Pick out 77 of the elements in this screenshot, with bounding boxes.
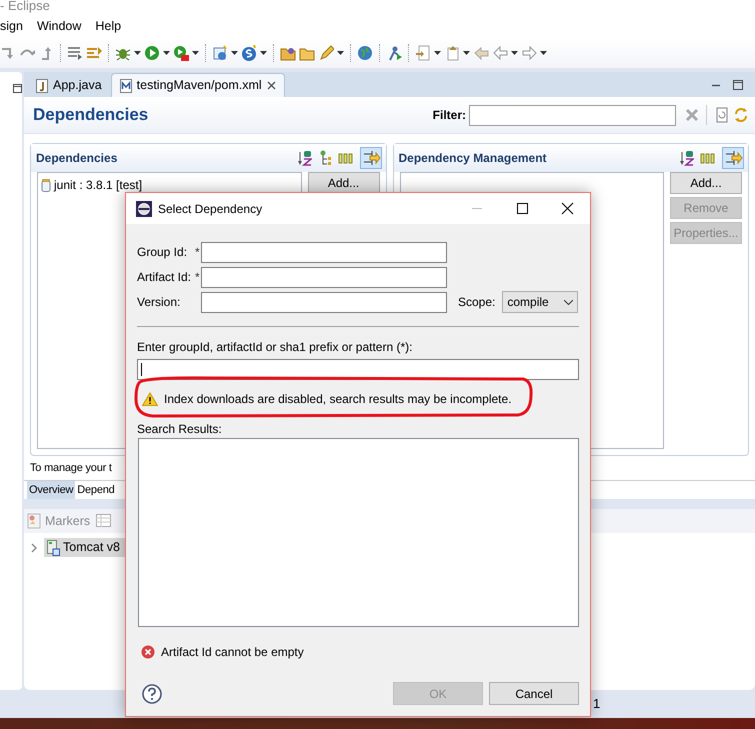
columns-icon[interactable]: [700, 152, 716, 164]
caret-icon[interactable]: [337, 51, 344, 55]
required-mark: *: [195, 269, 201, 286]
run-toolbox-icon[interactable]: [173, 45, 189, 61]
caret-icon[interactable]: [463, 51, 470, 55]
warning-icon: [142, 392, 158, 406]
menu-item[interactable]: Window: [30, 16, 88, 36]
status-text: 1: [593, 695, 600, 714]
field-label: Version:: [137, 294, 182, 311]
caret-icon[interactable]: [192, 51, 199, 55]
pencil-icon[interactable]: [318, 45, 334, 61]
text-field[interactable]: [201, 266, 447, 288]
globe-icon[interactable]: [357, 45, 373, 61]
error-message: Artifact Id cannot be empty: [161, 644, 304, 661]
text-field[interactable]: [201, 242, 447, 262]
field-label: Artifact Id:: [137, 269, 192, 286]
section-button[interactable]: Add...: [308, 172, 380, 194]
menu-item[interactable]: sign: [0, 16, 30, 36]
collapse-toggle-icon[interactable]: [722, 147, 744, 169]
markers-icon: [27, 513, 42, 529]
document-refresh-icon[interactable]: [714, 107, 730, 123]
run-icon[interactable]: [144, 45, 160, 61]
jar-icon: [41, 178, 51, 192]
error-icon: [141, 645, 155, 659]
caret-icon[interactable]: [260, 51, 267, 55]
required-mark: *: [195, 244, 201, 261]
collapsed-icon[interactable]: [30, 542, 38, 552]
drop-frame-icon[interactable]: [86, 45, 102, 61]
text-field[interactable]: [201, 292, 447, 312]
page-tab[interactable]: Overview: [27, 480, 76, 499]
caret-icon[interactable]: [511, 51, 518, 55]
step-into-icon[interactable]: [0, 45, 16, 61]
scope-label: Scope:: [458, 294, 496, 311]
editor-title: Dependencies: [33, 104, 148, 126]
section-title: Dependencies: [36, 150, 118, 167]
table-icon: [96, 513, 112, 529]
columns-icon[interactable]: [338, 152, 354, 164]
eclipse-icon: [136, 200, 152, 216]
dialog-title: Select Dependency: [158, 200, 262, 218]
editor-tab[interactable]: testingMaven/pom.xml: [110, 73, 285, 97]
sort-icon[interactable]: [296, 150, 312, 166]
help-icon[interactable]: [142, 684, 162, 704]
dependency-item[interactable]: junit : 3.8.1 [test]: [54, 176, 142, 194]
caret-icon: [564, 300, 574, 304]
close-icon[interactable]: [266, 81, 276, 90]
hierarchy-icon[interactable]: [318, 150, 332, 166]
java-file-icon: [36, 78, 48, 92]
sort-icon[interactable]: [679, 150, 694, 166]
maximize-icon[interactable]: [733, 80, 743, 90]
scope-dropdown[interactable]: compile: [502, 291, 578, 313]
caret-icon[interactable]: [434, 51, 441, 55]
window-title: - Eclipse: [0, 0, 51, 14]
folder-icon[interactable]: [280, 45, 296, 61]
collapse-toggle-icon[interactable]: [360, 147, 382, 169]
caret-icon[interactable]: [231, 51, 238, 55]
field-label: Group Id:: [137, 244, 188, 261]
editor-tab[interactable]: App.java: [27, 73, 111, 97]
section-title: Dependency Management: [398, 150, 547, 167]
warning-message: Index downloads are disabled, search results may be incomplete.: [164, 391, 512, 408]
dialog-button[interactable]: Cancel: [489, 682, 579, 705]
maven-file-icon: [120, 78, 132, 92]
section-button[interactable]: Add...: [670, 172, 742, 194]
caret-icon[interactable]: [540, 51, 547, 55]
filter-label: Filter:: [432, 107, 466, 124]
caret-icon[interactable]: [134, 51, 141, 55]
menu-item[interactable]: Help: [88, 16, 128, 36]
restore-icon[interactable]: [13, 84, 22, 93]
package-icon[interactable]: [212, 45, 228, 61]
results-label: Search Results:: [137, 421, 223, 438]
server-icon: [47, 540, 60, 556]
pattern-label: Enter groupId, artifactId or sha1 prefix or pattern (*):: [137, 339, 414, 356]
class-icon[interactable]: [241, 45, 257, 61]
footer-text: To manage your t: [30, 461, 112, 476]
person-run-icon[interactable]: [386, 45, 402, 61]
filter-field[interactable]: [469, 104, 676, 126]
caret-icon[interactable]: [163, 51, 170, 55]
list-icon[interactable]: [67, 45, 83, 61]
